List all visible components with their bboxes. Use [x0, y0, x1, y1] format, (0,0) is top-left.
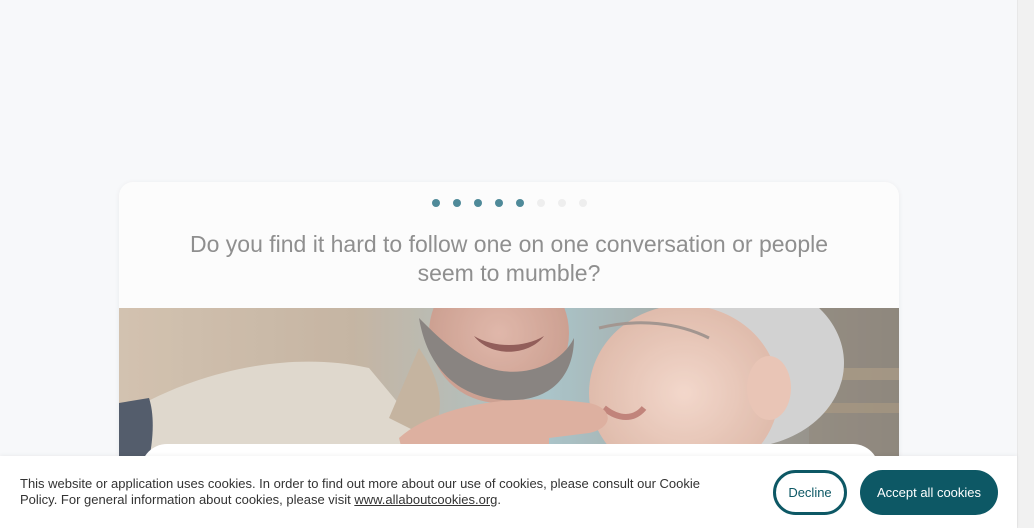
- progress-dot-completed: [515, 199, 524, 207]
- progress-dot-pending: [557, 199, 566, 207]
- progress-dot-pending: [578, 199, 587, 207]
- progress-dot-completed: [431, 199, 440, 207]
- progress-dots: [119, 199, 899, 207]
- allaboutcookies-link[interactable]: www.allaboutcookies.org: [354, 492, 497, 507]
- progress-dot-completed: [494, 199, 503, 207]
- decline-cookies-button[interactable]: Decline: [773, 470, 847, 515]
- progress-dot-completed: [452, 199, 461, 207]
- cookie-banner: This website or application uses cookies…: [0, 456, 1017, 528]
- cookie-message-end: .: [497, 492, 502, 507]
- progress-dot-pending: [536, 199, 545, 207]
- accept-all-cookies-button[interactable]: Accept all cookies: [860, 470, 998, 515]
- question-title: Do you find it hard to follow one on one…: [189, 231, 829, 286]
- cookie-message: This website or application uses cookies…: [20, 476, 730, 508]
- progress-dot-completed: [473, 199, 482, 207]
- page-scrollbar[interactable]: [1017, 0, 1034, 528]
